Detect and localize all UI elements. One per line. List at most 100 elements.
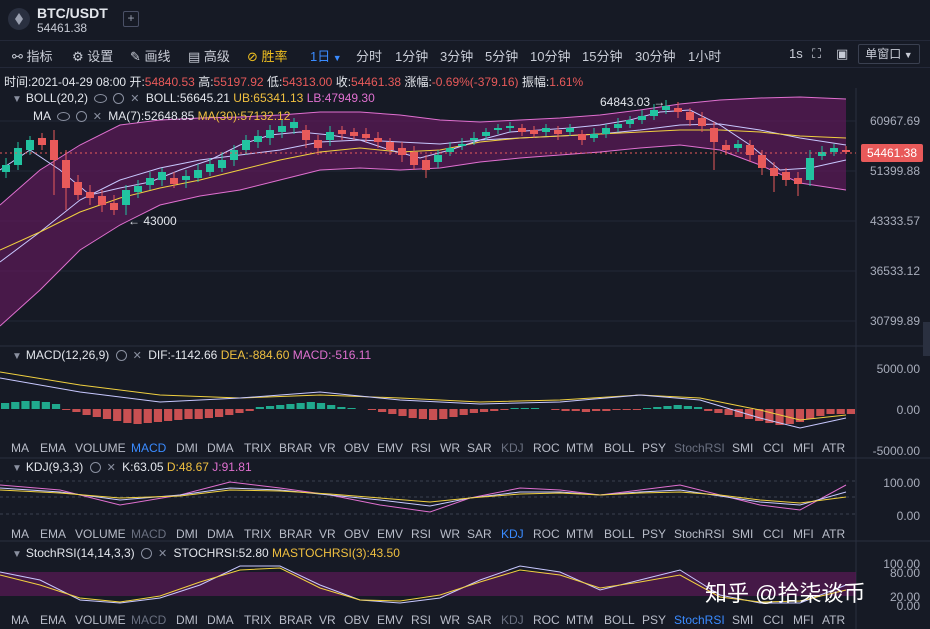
indicator-tab-trix[interactable]: TRIX	[244, 441, 271, 455]
collapse-icon[interactable]: ▼	[12, 94, 22, 105]
macd-bar	[388, 409, 397, 414]
close-icon[interactable]: ✕	[130, 92, 139, 105]
axis-label: 36533.12	[869, 264, 920, 278]
indicator-tab-psy[interactable]: PSY	[642, 441, 666, 455]
indicator-tab-boll[interactable]: BOLL	[604, 527, 635, 541]
indicator-tab-mfi[interactable]: MFI	[793, 527, 814, 541]
indicator-tab-mtm[interactable]: MTM	[566, 441, 593, 455]
indicator-tab-wr[interactable]: WR	[440, 441, 460, 455]
indicator-tab-wr[interactable]: WR	[440, 527, 460, 541]
indicator-tab-atr[interactable]: ATR	[822, 441, 845, 455]
indicator-tab-mfi[interactable]: MFI	[793, 441, 814, 455]
indicator-tab-sar[interactable]: SAR	[467, 613, 492, 627]
indicator-tab-brar[interactable]: BRAR	[279, 613, 312, 627]
indicator-tab-rsi[interactable]: RSI	[411, 613, 431, 627]
close-icon[interactable]: ✕	[133, 349, 142, 362]
indicator-tab-atr[interactable]: ATR	[822, 613, 845, 627]
gear-icon[interactable]	[113, 93, 125, 105]
macd-bar	[204, 409, 213, 418]
indicator-tab-brar[interactable]: BRAR	[279, 527, 312, 541]
indicator-tab-kdj[interactable]: KDJ	[501, 613, 524, 627]
macd-bar	[102, 409, 112, 419]
close-icon[interactable]: ✕	[158, 547, 167, 560]
indicator-tab-volume[interactable]: VOLUME	[75, 441, 126, 455]
low-annotation-value: 43000	[143, 214, 177, 228]
indicator-tab-smi[interactable]: SMI	[732, 527, 753, 541]
gear-icon[interactable]	[140, 548, 152, 560]
indicator-tab-mtm[interactable]: MTM	[566, 527, 593, 541]
indicator-tab-atr[interactable]: ATR	[822, 527, 845, 541]
indicator-tab-psy[interactable]: PSY	[642, 613, 666, 627]
indicator-tab-obv[interactable]: OBV	[344, 527, 369, 541]
candle-body	[710, 128, 718, 142]
indicator-tab-dma[interactable]: DMA	[207, 613, 234, 627]
indicator-tab-dmi[interactable]: DMI	[176, 613, 198, 627]
indicator-tab-roc[interactable]: ROC	[533, 613, 560, 627]
indicator-tab-cci[interactable]: CCI	[763, 441, 784, 455]
indicator-tab-macd[interactable]: MACD	[131, 613, 166, 627]
indicator-tab-stochrsi[interactable]: StochRSI	[674, 441, 725, 455]
macd-bar	[612, 409, 621, 410]
indicator-tab-mfi[interactable]: MFI	[793, 613, 814, 627]
scroll-handle[interactable]	[923, 322, 930, 356]
indicator-tab-emv[interactable]: EMV	[377, 527, 403, 541]
indicator-tab-boll[interactable]: BOLL	[604, 441, 635, 455]
close-icon[interactable]: ✕	[107, 461, 116, 474]
indicator-tab-vr[interactable]: VR	[319, 441, 336, 455]
indicator-tab-wr[interactable]: WR	[440, 613, 460, 627]
indicator-tab-dmi[interactable]: DMI	[176, 527, 198, 541]
indicator-tab-trix[interactable]: TRIX	[244, 613, 271, 627]
indicator-tab-kdj[interactable]: KDJ	[501, 441, 524, 455]
macd-bar	[347, 408, 356, 409]
indicator-tab-macd[interactable]: MACD	[131, 441, 166, 455]
indicator-tab-cci[interactable]: CCI	[763, 527, 784, 541]
indicator-tab-ema[interactable]: EMA	[40, 527, 66, 541]
indicator-tab-obv[interactable]: OBV	[344, 441, 369, 455]
gear-icon[interactable]	[115, 350, 127, 362]
indicator-tab-sar[interactable]: SAR	[467, 527, 492, 541]
indicator-tab-macd[interactable]: MACD	[131, 527, 166, 541]
indicator-tab-ma[interactable]: MA	[11, 613, 29, 627]
indicator-tab-obv[interactable]: OBV	[344, 613, 369, 627]
indicator-tab-vr[interactable]: VR	[319, 613, 336, 627]
ma7-value: MA(7):52648.85	[108, 109, 195, 123]
indicator-tab-psy[interactable]: PSY	[642, 527, 666, 541]
indicator-tab-cci[interactable]: CCI	[763, 613, 784, 627]
indicator-tab-sar[interactable]: SAR	[467, 441, 492, 455]
indicator-tab-ma[interactable]: MA	[11, 527, 29, 541]
close-icon[interactable]: ✕	[93, 110, 102, 123]
indicator-tab-emv[interactable]: EMV	[377, 441, 403, 455]
indicator-tab-stochrsi[interactable]: StochRSI	[674, 527, 725, 541]
eye-icon[interactable]	[56, 112, 70, 122]
indicator-tab-rsi[interactable]: RSI	[411, 441, 431, 455]
indicator-tab-vr[interactable]: VR	[319, 527, 336, 541]
indicator-tab-volume[interactable]: VOLUME	[75, 527, 126, 541]
indicator-tab-volume[interactable]: VOLUME	[75, 613, 126, 627]
indicator-tab-roc[interactable]: ROC	[533, 527, 560, 541]
indicator-tab-dmi[interactable]: DMI	[176, 441, 198, 455]
indicator-tab-smi[interactable]: SMI	[732, 441, 753, 455]
indicator-tab-mtm[interactable]: MTM	[566, 613, 593, 627]
collapse-icon[interactable]: ▼	[12, 463, 22, 474]
indicator-tab-kdj[interactable]: KDJ	[501, 527, 524, 541]
gear-icon[interactable]	[89, 462, 101, 474]
indicator-tab-ema[interactable]: EMA	[40, 613, 66, 627]
indicator-tab-boll[interactable]: BOLL	[604, 613, 635, 627]
indicator-tab-ema[interactable]: EMA	[40, 441, 66, 455]
indicator-tab-trix[interactable]: TRIX	[244, 527, 271, 541]
indicator-tab-smi[interactable]: SMI	[732, 613, 753, 627]
indicator-tab-stochrsi[interactable]: StochRSI	[674, 613, 725, 627]
collapse-icon[interactable]: ▼	[12, 549, 22, 560]
indicator-tab-roc[interactable]: ROC	[533, 441, 560, 455]
candle-body	[842, 150, 850, 152]
macd-bar	[704, 409, 713, 411]
indicator-tab-emv[interactable]: EMV	[377, 613, 403, 627]
collapse-icon[interactable]: ▼	[12, 351, 22, 362]
gear-icon[interactable]	[75, 111, 87, 123]
indicator-tab-brar[interactable]: BRAR	[279, 441, 312, 455]
eye-icon[interactable]	[94, 94, 108, 104]
indicator-tab-dma[interactable]: DMA	[207, 441, 234, 455]
indicator-tab-ma[interactable]: MA	[11, 441, 29, 455]
indicator-tab-dma[interactable]: DMA	[207, 527, 234, 541]
indicator-tab-rsi[interactable]: RSI	[411, 527, 431, 541]
